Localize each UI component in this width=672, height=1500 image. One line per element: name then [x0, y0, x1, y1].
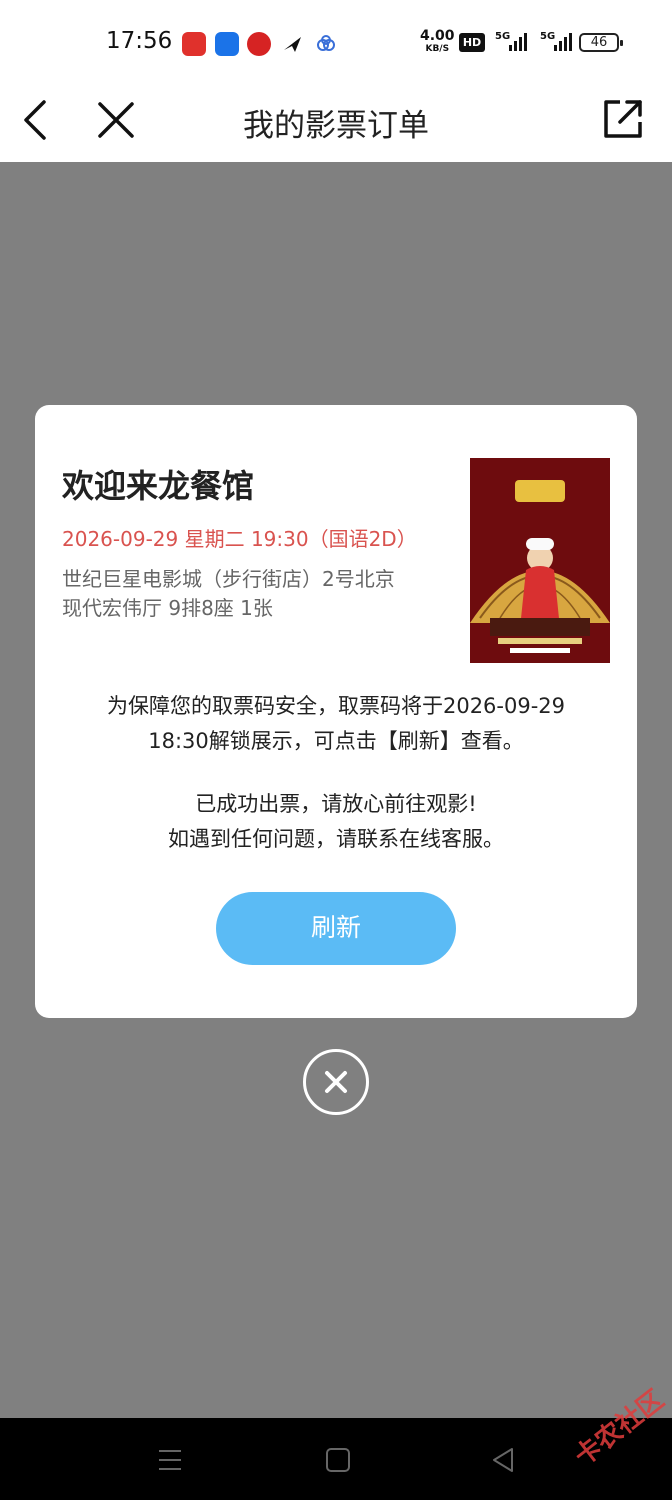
signal-label: 5G — [495, 31, 510, 42]
signal-label: 5G — [540, 31, 555, 42]
movie-poster — [470, 458, 610, 663]
network-speed-unit: KB/S — [425, 44, 450, 54]
home-icon[interactable] — [324, 1446, 352, 1474]
status-bar: 17:56 4.00 KB/S HD 5G 5G 46 — [0, 0, 672, 82]
close-dialog-icon[interactable] — [303, 1049, 369, 1115]
app-notification-icon — [182, 32, 206, 56]
notice-line: 为保障您的取票码安全，取票码将于2026-09-29 — [106, 694, 566, 718]
success-line: 如遇到任何问题，请联系在线客服。 — [168, 827, 504, 851]
back-nav-icon[interactable] — [490, 1446, 518, 1474]
share-icon[interactable] — [600, 96, 646, 142]
refresh-button[interactable]: 刷新 — [216, 892, 456, 965]
system-nav-bar — [0, 1418, 672, 1500]
hd-badge: HD — [459, 33, 485, 52]
ticket-dialog: 欢迎来龙餐馆 2026-09-29 星期二 19:30（国语2D） 世纪巨星电影… — [35, 405, 637, 1018]
menu-icon[interactable] — [156, 1446, 184, 1474]
showtime: 2026-09-29 星期二 19:30（国语2D） — [62, 527, 417, 551]
nav-bar: 我的影票订单 — [0, 82, 672, 162]
app-notification-icon — [215, 32, 239, 56]
app-notification-icon — [247, 32, 271, 56]
plane-notification-icon — [284, 37, 301, 52]
status-time: 17:56 — [106, 28, 173, 54]
page-title: 我的影票订单 — [243, 108, 429, 144]
network-speed-value: 4.00 — [420, 28, 455, 44]
unlock-notice: 为保障您的取票码安全，取票码将于2026-09-29 18:30解锁展示，可点击… — [55, 689, 617, 759]
network-speed: 4.00 KB/S — [420, 28, 455, 56]
notice-line: 18:30解锁展示，可点击【刷新】查看。 — [148, 729, 524, 753]
signal-5g-icon: 5G — [495, 31, 527, 51]
signal-5g-icon: 5G — [540, 31, 572, 51]
battery-icon: 46 — [579, 33, 623, 52]
success-line: 已成功出票，请放心前往观影! — [195, 792, 477, 816]
cinema-line: 世纪巨星电影城（步行街店）2号北京 — [62, 567, 395, 591]
cinema-line: 现代宏伟厅 9排8座 1张 — [62, 596, 273, 620]
success-notice: 已成功出票，请放心前往观影! 如遇到任何问题，请联系在线客服。 — [55, 787, 617, 857]
cloud-notification-icon — [317, 35, 335, 51]
cinema-info: 世纪巨星电影城（步行街店）2号北京 现代宏伟厅 9排8座 1张 — [62, 565, 432, 623]
movie-title: 欢迎来龙餐馆 — [62, 467, 255, 505]
